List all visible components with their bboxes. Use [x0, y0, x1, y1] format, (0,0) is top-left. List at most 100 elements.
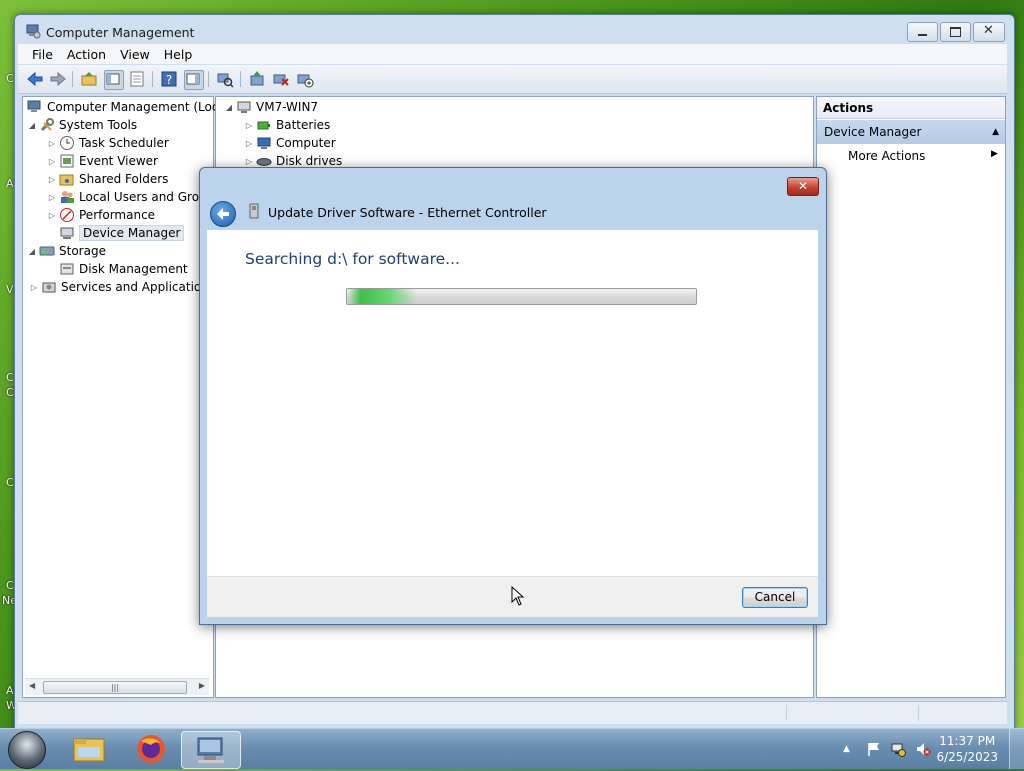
menu-help[interactable]: Help — [158, 47, 201, 62]
submenu-arrow-icon[interactable]: ▶ — [991, 149, 998, 159]
show-desktop-button[interactable] — [1009, 729, 1024, 769]
status-bar — [18, 701, 1007, 724]
tree-item-label: Storage — [59, 244, 106, 258]
search-status-heading: Searching d:\ for software... — [245, 250, 460, 268]
device-category-batteries[interactable]: ▷ Batteries — [244, 116, 330, 134]
toolbar: ? — [18, 65, 1007, 94]
expand-arrow-icon[interactable]: ▷ — [47, 175, 57, 184]
tree-item-disk-management[interactable]: Disk Management — [57, 260, 188, 278]
show-hidden-icons[interactable]: ▲ — [843, 741, 859, 757]
menu-action[interactable]: Action — [61, 47, 114, 62]
tree-item-system-tools[interactable]: ◢ System Tools — [27, 116, 137, 134]
menu-view[interactable]: View — [114, 47, 158, 62]
cancel-button[interactable]: Cancel — [742, 587, 808, 608]
up-folder-icon[interactable] — [80, 70, 98, 88]
scrollbar-thumb[interactable]: ||| — [43, 681, 187, 694]
expand-arrow-icon[interactable]: ▷ — [47, 211, 57, 220]
collapse-arrow-icon[interactable]: ◢ — [27, 247, 37, 256]
tree-item-root[interactable]: Computer Management (Local — [25, 98, 229, 116]
console-tree: Computer Management (Local ◢ System Tool… — [22, 96, 229, 698]
expand-arrow-icon[interactable]: ▷ — [47, 139, 57, 148]
firefox-icon — [137, 735, 165, 763]
collapse-arrow-icon[interactable]: ◢ — [224, 103, 234, 112]
tools-icon — [39, 117, 55, 133]
taskbar-explorer-button[interactable] — [60, 731, 118, 767]
scan-hardware-icon[interactable] — [216, 70, 234, 88]
tree-item-task-scheduler[interactable]: ▷ Task Scheduler — [47, 134, 169, 152]
properties-icon[interactable] — [128, 70, 146, 88]
collapse-arrow-icon[interactable]: ◢ — [27, 121, 37, 130]
update-driver-icon[interactable] — [248, 70, 266, 88]
tree-item-event-viewer[interactable]: ▷ Event Viewer — [47, 152, 158, 170]
toolbar-separator — [72, 71, 73, 87]
computer-icon — [236, 99, 252, 115]
computer-management-icon — [27, 99, 43, 115]
scroll-right-icon[interactable]: ▶ — [199, 681, 205, 690]
volume-muted-icon[interactable] — [915, 741, 931, 757]
horizontal-scrollbar[interactable]: ◀ ||| ▶ — [25, 678, 209, 695]
action-center-flag-icon[interactable] — [866, 741, 882, 757]
device-category-computer[interactable]: ▷ Computer — [244, 134, 336, 152]
device-tree-root[interactable]: ◢ VM7-WIN7 — [224, 98, 318, 116]
performance-icon — [59, 207, 75, 223]
system-clock[interactable]: 11:37 PM 6/25/2023 — [936, 733, 998, 765]
expand-arrow-icon[interactable]: ▷ — [29, 283, 39, 292]
back-arrow-icon[interactable] — [26, 70, 44, 88]
taskbar-computer-management-button[interactable] — [181, 731, 241, 769]
device-manager-icon — [59, 225, 75, 241]
tree-item-label: System Tools — [59, 118, 138, 132]
monitor-icon — [256, 135, 272, 151]
expand-arrow-icon[interactable]: ▷ — [244, 139, 254, 148]
uninstall-icon[interactable] — [272, 70, 290, 88]
computer-management-icon — [25, 23, 41, 42]
clock-time: 11:37 PM — [939, 734, 996, 748]
expand-arrow-icon[interactable]: ▷ — [244, 157, 254, 166]
dialog-content: Searching d:\ for software... — [207, 230, 818, 576]
desktop-icon-label: C — [6, 371, 14, 384]
help-icon[interactable]: ? — [160, 70, 178, 88]
minimize-button[interactable] — [907, 22, 938, 42]
tree-item-shared-folders[interactable]: ▷ Shared Folders — [47, 170, 168, 188]
scroll-left-icon[interactable]: ◀ — [29, 681, 35, 690]
expand-arrow-icon[interactable]: ▷ — [244, 121, 254, 130]
taskbar-firefox-button[interactable] — [122, 731, 180, 767]
clock-icon — [59, 135, 75, 151]
tree-item-performance[interactable]: ▷ Performance — [47, 206, 155, 224]
forward-arrow-icon[interactable] — [49, 70, 67, 88]
dialog-title: Update Driver Software - Ethernet Contro… — [268, 204, 547, 220]
close-button[interactable]: ✕ — [973, 22, 1005, 42]
progress-fill — [347, 289, 417, 304]
show-hide-tree-icon[interactable] — [104, 70, 124, 90]
back-button[interactable] — [210, 201, 236, 227]
menu-file[interactable]: File — [18, 47, 61, 62]
tree-item-label: VM7-WIN7 — [256, 100, 319, 114]
actions-header: Actions — [817, 97, 1005, 119]
expand-arrow-icon[interactable]: ▷ — [47, 157, 57, 166]
close-icon: ✕ — [983, 23, 994, 38]
start-button[interactable] — [8, 731, 46, 769]
battery-icon — [256, 117, 272, 133]
more-actions-link[interactable]: More Actions — [848, 146, 925, 166]
tree-item-local-users[interactable]: ▷ Local Users and Group — [47, 188, 214, 206]
desktop-icon-label: V — [6, 283, 14, 296]
dialog-titlebar: Update Driver Software - Ethernet Contro… — [248, 202, 547, 222]
disable-device-icon[interactable] — [296, 70, 314, 88]
dialog-close-button[interactable]: ✕ — [787, 177, 819, 196]
show-action-pane-icon[interactable] — [184, 70, 204, 90]
tree-item-storage[interactable]: ◢ Storage — [27, 242, 106, 260]
back-arrow-icon — [217, 208, 229, 220]
tree-item-label: Services and Applications — [61, 280, 216, 294]
actions-section-device-manager[interactable]: Device Manager ▲ — [817, 120, 1005, 144]
tree-item-services-applications[interactable]: ▷ Services and Applications — [29, 278, 215, 296]
close-icon: ✕ — [797, 179, 809, 193]
tree-item-label: Disk Management — [79, 262, 188, 276]
tree-item-label: Task Scheduler — [79, 136, 169, 150]
tree-item-device-manager[interactable]: Device Manager — [57, 224, 185, 242]
network-icon[interactable] — [890, 741, 906, 757]
collapse-up-icon[interactable]: ▲ — [992, 120, 999, 144]
expand-arrow-icon[interactable]: ▷ — [47, 193, 57, 202]
more-actions-label: More Actions — [848, 149, 926, 163]
desktop-icon-label: C — [6, 579, 14, 592]
window-titlebar[interactable]: Computer Management — [25, 23, 194, 41]
maximize-button[interactable] — [940, 22, 971, 42]
